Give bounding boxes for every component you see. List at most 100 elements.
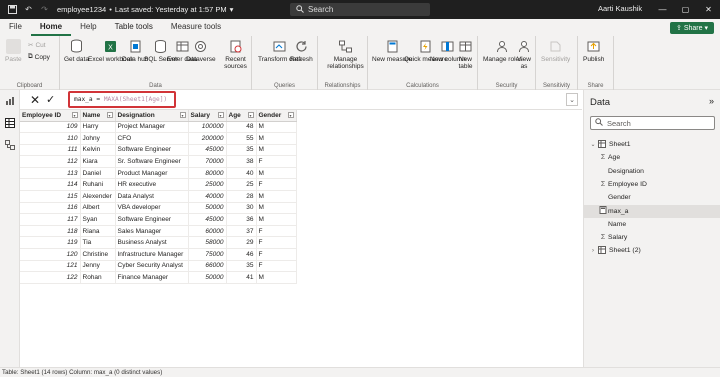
tab-home[interactable]: Home xyxy=(30,19,72,36)
column-header-salary[interactable]: Salary ▾ xyxy=(188,110,227,122)
table-cell[interactable]: M xyxy=(256,271,297,284)
table-cell[interactable]: M xyxy=(256,202,297,215)
field-item[interactable]: Name xyxy=(584,218,720,231)
table-cell[interactable]: 36 xyxy=(226,213,257,226)
dataverse-button[interactable]: Dataverse xyxy=(186,39,216,63)
table-cell[interactable]: 28 xyxy=(226,190,257,203)
table-cell[interactable]: Albert xyxy=(80,202,116,215)
field-item[interactable]: Σ Employee ID xyxy=(584,178,720,191)
table-cell[interactable]: Christine xyxy=(80,248,116,261)
save-icon[interactable] xyxy=(8,5,17,14)
table-cell[interactable]: 25 xyxy=(226,178,257,192)
tab-table-tools[interactable]: Table tools xyxy=(106,19,162,36)
publish-button[interactable]: Publish xyxy=(583,39,604,63)
table-cell[interactable]: F xyxy=(256,225,297,238)
table-cell[interactable]: M xyxy=(256,121,297,134)
table-cell[interactable]: 37 xyxy=(226,225,257,238)
search-input[interactable]: Search xyxy=(290,3,430,16)
table-cell[interactable]: 113 xyxy=(20,167,81,180)
table-cell[interactable]: 114 xyxy=(20,178,81,192)
table-cell[interactable]: 35 xyxy=(226,144,257,157)
table-cell[interactable]: Product Manager xyxy=(115,167,189,180)
field-item[interactable]: Gender xyxy=(584,191,720,204)
refresh-button[interactable]: Refresh xyxy=(290,39,313,63)
cut-button[interactable]: ✂ Cut xyxy=(28,41,46,50)
table-cell[interactable]: F xyxy=(256,236,297,250)
view-as-button[interactable]: View as xyxy=(513,39,535,70)
table-cell[interactable]: 121 xyxy=(20,260,81,273)
table-cell[interactable]: 110 xyxy=(20,132,81,145)
table-cell[interactable]: M xyxy=(256,213,297,226)
field-item[interactable]: max_a xyxy=(584,204,720,218)
table-cell[interactable]: 70000 xyxy=(188,155,227,168)
table-cell[interactable]: HR executive xyxy=(115,178,189,192)
table-cell[interactable]: Software Engineer xyxy=(115,144,189,157)
table-cell[interactable]: Kelvin xyxy=(80,144,116,157)
table-cell[interactable]: 116 xyxy=(20,202,81,215)
table-cell[interactable]: 80000 xyxy=(188,167,227,180)
column-header-name[interactable]: Name ▾ xyxy=(80,110,116,122)
table-cell[interactable]: CFO xyxy=(115,132,189,145)
fields-search-input[interactable]: Search xyxy=(590,116,715,130)
table-cell[interactable]: Project Manager xyxy=(115,121,189,134)
table-cell[interactable]: 50000 xyxy=(188,202,227,215)
table-cell[interactable]: 75000 xyxy=(188,248,227,261)
table-cell[interactable]: 25000 xyxy=(188,178,227,192)
table-cell[interactable]: Data Analyst xyxy=(115,190,189,203)
model-view-icon[interactable] xyxy=(5,140,15,150)
filter-dropdown-icon[interactable]: ▾ xyxy=(287,112,294,118)
table-cell[interactable]: Jenny xyxy=(80,260,116,273)
column-header-gender[interactable]: Gender ▾ xyxy=(256,110,297,122)
table-cell[interactable]: 58000 xyxy=(188,236,227,250)
recent-sources-button[interactable]: Recent sources xyxy=(220,39,251,70)
table-cell[interactable]: 55 xyxy=(226,132,257,145)
table-cell[interactable]: 38 xyxy=(226,155,257,168)
filter-dropdown-icon[interactable]: ▾ xyxy=(247,112,254,118)
maximize-button[interactable]: ▢ xyxy=(674,0,697,19)
table-cell[interactable]: M xyxy=(256,144,297,157)
table-cell[interactable]: 200000 xyxy=(188,132,227,145)
table-cell[interactable]: 48 xyxy=(226,121,257,134)
field-item[interactable]: Σ Salary xyxy=(584,231,720,244)
table-cell[interactable]: Rohan xyxy=(80,271,116,284)
table-cell[interactable]: Infrastructure Manager xyxy=(115,248,189,261)
redo-icon[interactable]: ↷ xyxy=(40,5,49,14)
filter-dropdown-icon[interactable]: ▾ xyxy=(106,112,113,118)
filter-dropdown-icon[interactable]: ▾ xyxy=(179,112,186,118)
commit-formula-icon[interactable]: ✓ xyxy=(46,93,55,106)
table-cell[interactable]: 117 xyxy=(20,213,81,226)
table-cell[interactable]: Riana xyxy=(80,225,116,238)
table-cell[interactable]: VBA developer xyxy=(115,202,189,215)
table-cell[interactable]: Johny xyxy=(80,132,116,145)
table-cell[interactable]: 46 xyxy=(226,248,257,261)
column-header-designation[interactable]: Designation ▾ xyxy=(115,110,189,122)
table-cell[interactable]: 45000 xyxy=(188,213,227,226)
copy-button[interactable]: ⧉ Copy xyxy=(28,53,50,61)
get-data-button[interactable]: Get data xyxy=(64,39,89,63)
table-cell[interactable]: F xyxy=(256,178,297,192)
table-view-icon[interactable] xyxy=(5,118,15,128)
table-cell[interactable]: Sales Manager xyxy=(115,225,189,238)
table-cell[interactable]: F xyxy=(256,155,297,168)
table-cell[interactable]: Tia xyxy=(80,236,116,250)
table-cell[interactable]: Finance Manager xyxy=(115,271,189,284)
formula-expand-button[interactable]: ⌄ xyxy=(566,93,578,106)
field-item[interactable]: Designation xyxy=(584,165,720,178)
table-cell[interactable]: 115 xyxy=(20,190,81,203)
table-cell[interactable]: Harry xyxy=(80,121,116,134)
table-node[interactable]: › Sheet1 (2) xyxy=(584,244,720,257)
table-cell[interactable]: M xyxy=(256,190,297,203)
table-cell[interactable]: Daniel xyxy=(80,167,116,180)
table-cell[interactable]: Syan xyxy=(80,213,116,226)
table-cell[interactable]: 111 xyxy=(20,144,81,157)
table-cell[interactable]: M xyxy=(256,132,297,145)
minimize-button[interactable]: — xyxy=(651,0,674,19)
table-cell[interactable]: 50000 xyxy=(188,271,227,284)
table-cell[interactable]: 41 xyxy=(226,271,257,284)
manage-relationships-button[interactable]: Manage relationships xyxy=(324,39,367,70)
close-button[interactable]: ✕ xyxy=(697,0,720,19)
table-cell[interactable]: 30 xyxy=(226,202,257,215)
table-cell[interactable]: Alexender xyxy=(80,190,116,203)
collapse-pane-icon[interactable]: » xyxy=(709,96,714,106)
table-cell[interactable]: 109 xyxy=(20,121,81,134)
